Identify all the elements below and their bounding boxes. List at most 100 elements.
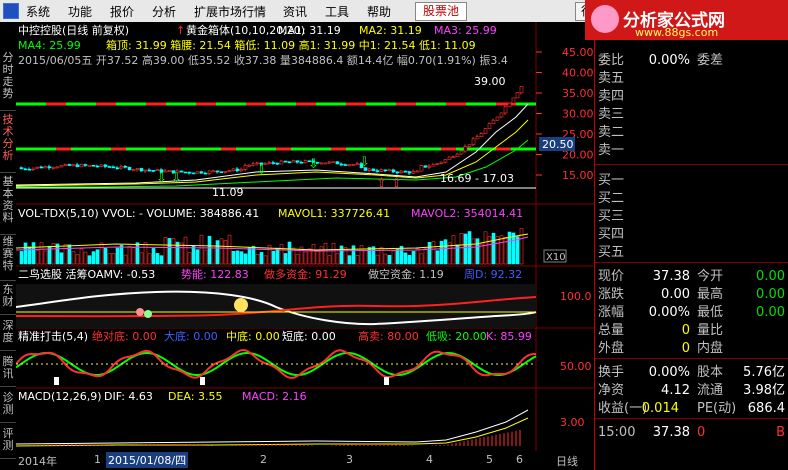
candle-body [291,160,296,163]
tab-weisaite[interactable]: 维赛特 [0,236,16,281]
app-icon[interactable] [3,3,19,19]
buy-signal-icon: ⇩ [171,171,182,186]
buy-signal-icon: ⇩ [308,157,319,172]
quote-label-6: 买一 [598,173,625,188]
box-values-label: 箱顶: 31.99 箱腰: 21.54 箱低: 11.09 高1: 31.99 … [106,38,476,52]
quote-value2-19: B [776,425,785,440]
tab-evaluate[interactable]: 评测 [0,428,16,459]
quote-label-17: 净资 [598,383,625,398]
volume-bar [295,253,300,265]
volume-bar [387,254,392,265]
axis-year: 2014年 [18,455,57,468]
ma2-label: MA2: 31.19 [359,24,422,37]
candle-body [411,171,416,174]
quote-label-4: 卖二 [598,125,625,140]
quote-label-19: 15:00 [598,425,636,440]
quote-divider [595,358,788,359]
volume-bar [339,245,344,265]
volume-bar [235,250,240,265]
buy-signal-icon: ⇩ [359,155,370,170]
volume-bar [419,253,424,265]
candle-body [67,164,72,166]
tab-diagnose[interactable]: 诊测 [0,392,16,423]
volume-bar [67,244,72,265]
volume-bar [147,253,152,265]
tab-fundamental[interactable]: 基本资料 [0,176,16,235]
stock-pool-button[interactable]: 股票池 [415,2,467,21]
candle-body [143,169,148,172]
volume-bar [311,243,316,265]
quote-value2-18: 686.4 [747,401,785,416]
macd-value: MACD: 2.16 [242,390,307,403]
chart-area[interactable]: 45.0040.0035.0030.0025.0020.0015.00 中控控股… [16,22,594,451]
volume-bar [59,252,64,265]
quote-label-8: 买三 [598,209,625,224]
candle-body [475,136,480,140]
quote-label-5: 卖一 [598,143,625,158]
volume-bar [55,243,60,265]
axis-m1: 1 [94,453,101,466]
volume-bar [283,253,288,265]
menu-system[interactable]: 系统 [26,3,50,20]
quote-value-13: 0.00% [648,305,690,320]
volume-bar [355,254,360,265]
volume-bar [399,245,404,265]
ma3-label: MA3: 25.99 [434,24,497,37]
volume-bar [159,255,164,265]
macd-dea: DEA: 3.55 [168,390,222,403]
macd-title: MACD(12,26,9) [18,390,102,403]
candle-body [183,171,188,174]
candle-body [483,128,488,134]
quote-label2-14: 量比 [697,323,724,338]
strike-a: 绝对底: 0.00 [92,329,157,343]
menu-tools[interactable]: 工具 [325,3,349,20]
candle-body [203,172,208,175]
menu-function[interactable]: 功能 [68,3,92,20]
volume-bar [279,243,284,265]
candle-body [115,167,120,170]
volume-bar [107,253,112,265]
volume-bar [119,244,124,265]
tab-technical[interactable]: 技术分析 [0,114,16,173]
tab-depth[interactable]: 深度 [0,320,16,351]
menu-extended-market[interactable]: 扩展市场行情 [194,3,266,20]
period-button[interactable]: 日线 [556,453,578,469]
candle-body [515,92,520,99]
candle-body [223,171,228,173]
axis-m4: 4 [426,453,433,466]
volume-bar [131,247,136,265]
volume-bar [255,254,260,265]
price-y-tick-label: 45.00 [562,46,594,59]
candle-body [467,144,472,147]
candle-body [99,164,104,167]
bird-title: 二鸟选股 活筹OAMV: -0.53 [18,267,155,281]
volume-bar [247,247,252,265]
candle-body [151,169,156,172]
red-arrow-icon: ⇧ [391,176,402,191]
tab-intraday[interactable]: 分时走势 [0,52,16,111]
menu-quote[interactable]: 报价 [110,3,134,20]
quote-label2-12: 最高 [697,287,724,302]
volume-bar [491,232,496,265]
volume-bar [463,233,468,265]
volume-bars [16,228,529,265]
range-label: 16.69 - 17.03 [440,172,514,185]
menu-news[interactable]: 资讯 [283,3,307,20]
candle-body [127,167,132,171]
menu-help[interactable]: 帮助 [367,3,391,20]
quote-label-2: 卖四 [598,89,625,104]
volume-bar [383,253,388,265]
quote-label2-15: 内盘 [697,341,724,356]
candle-body [199,171,204,174]
volume-bar [75,254,80,265]
candle-body [419,165,424,172]
candle-body [375,170,380,172]
tab-dongcai[interactable]: 东财 [0,284,16,315]
tab-tencent[interactable]: 腾讯 [0,356,16,387]
candle-body [87,164,92,167]
volume-bar [151,248,156,265]
quote-label-3: 卖三 [598,107,625,122]
candle-body [131,169,136,171]
candle-body [275,162,280,165]
menu-analysis[interactable]: 分析 [152,3,176,20]
